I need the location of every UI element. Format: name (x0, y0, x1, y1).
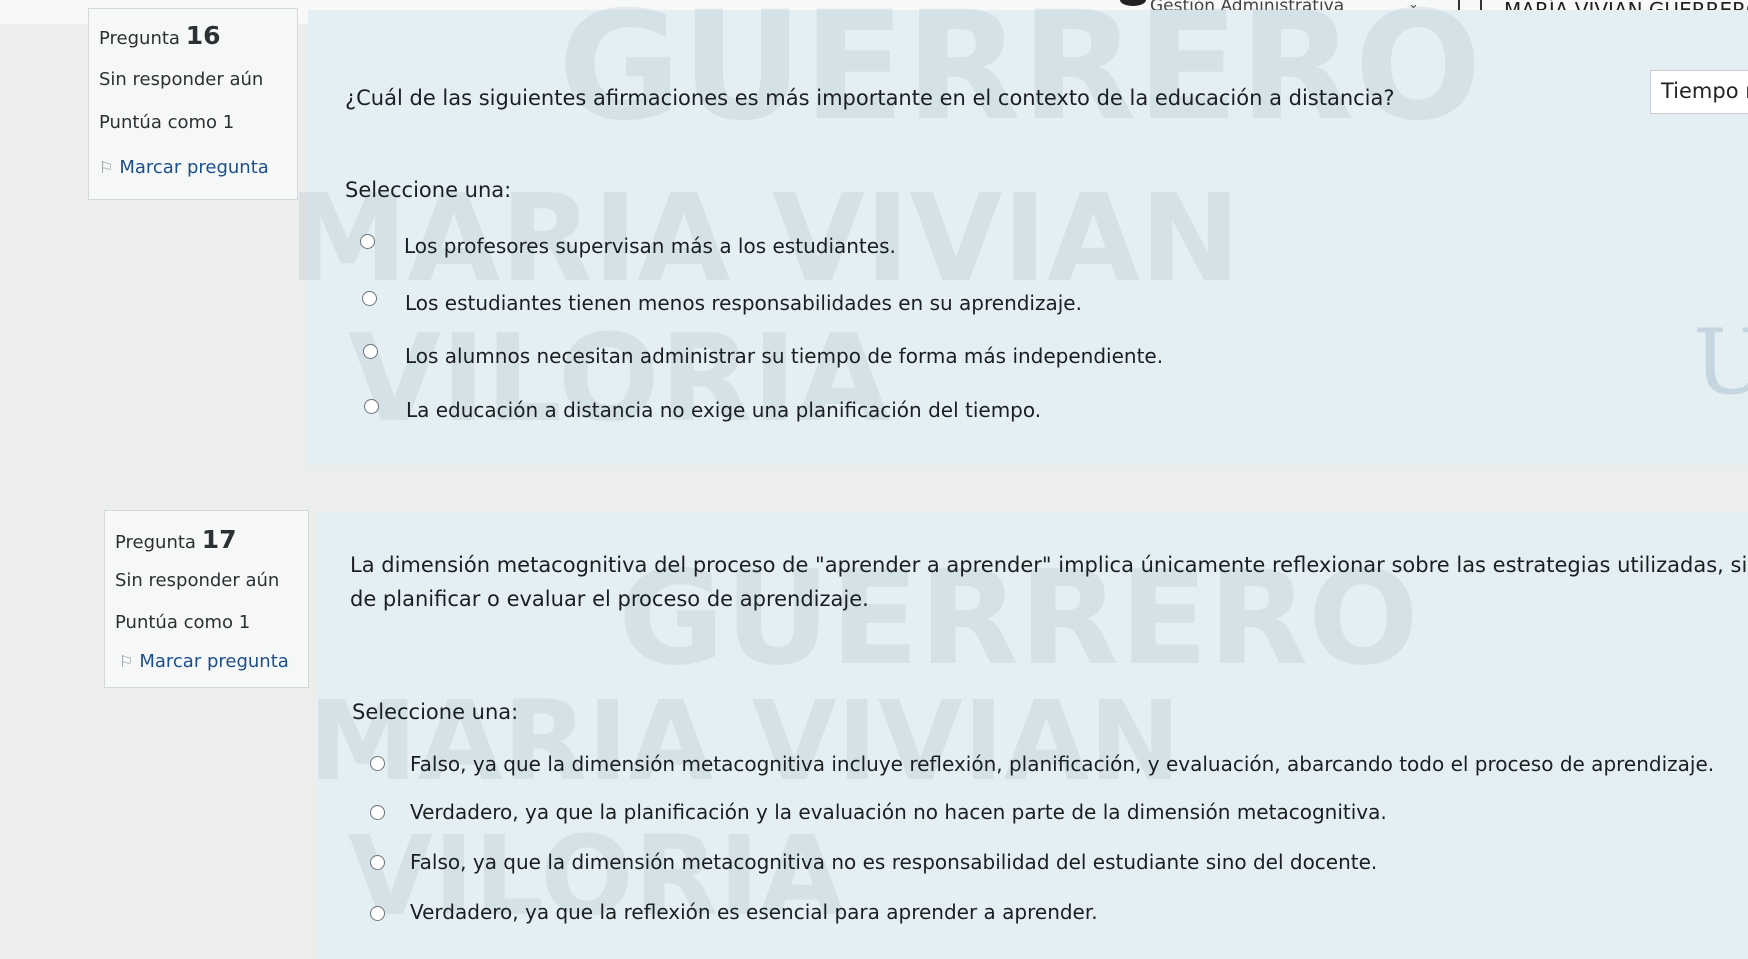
radio-button[interactable] (370, 805, 385, 820)
question-grade: Puntúa como 1 (115, 612, 251, 633)
radio-button[interactable] (363, 344, 378, 359)
flag-question-label: Marcar pregunta (119, 157, 269, 178)
question-text: La dimensión metacognitiva del proceso d… (350, 553, 1748, 577)
radio-button[interactable] (370, 906, 385, 921)
radio-button[interactable] (364, 399, 379, 414)
answer-option-label[interactable]: Los estudiantes tienen menos responsabil… (405, 291, 1082, 315)
quiz-timer: Tiempo r (1650, 70, 1748, 114)
question-info-16: Pregunta 16 Sin responder aún Puntúa com… (88, 8, 298, 200)
radio-button[interactable] (370, 756, 385, 771)
question-number: Pregunta 17 (115, 525, 236, 554)
answer-option-label[interactable]: La educación a distancia no exige una pl… (406, 398, 1041, 422)
answer-option-label[interactable]: Verdadero, ya que la reflexión es esenci… (410, 900, 1098, 924)
question-status: Sin responder aún (115, 570, 280, 591)
answer-option-label[interactable]: Falso, ya que la dimensión metacognitiva… (410, 752, 1714, 776)
question-grade: Puntúa como 1 (99, 112, 235, 133)
question-number-value: 16 (185, 21, 221, 50)
question-text: de planificar o evaluar el proceso de ap… (350, 587, 869, 611)
answer-prompt: Seleccione una: (352, 700, 519, 724)
watermark-text: MARIA VIVIAN (308, 677, 1181, 805)
question-label: Pregunta (99, 28, 180, 49)
flag-icon: ⚐ (119, 652, 134, 671)
answer-option-label[interactable]: Verdadero, ya que la planificación y la … (410, 800, 1387, 824)
question-label: Pregunta (115, 532, 196, 553)
radio-button[interactable] (362, 291, 377, 306)
answer-option-label[interactable]: Falso, ya que la dimensión metacognitiva… (410, 850, 1377, 874)
flag-question-link[interactable]: ⚐ Marcar pregunta (99, 157, 269, 178)
answer-option-label[interactable]: Los profesores supervisan más a los estu… (404, 234, 896, 258)
question-text: ¿Cuál de las siguientes afirmaciones es … (345, 86, 1395, 110)
flag-question-link[interactable]: ⚐ Marcar pregunta (119, 651, 289, 672)
question-content-17: GUERRERO MARIA VIVIAN VILORIA (308, 512, 1748, 959)
watermark-text: VILORIA (348, 310, 890, 449)
answer-option-label[interactable]: Los alumnos necesitan administrar su tie… (405, 344, 1163, 368)
answer-prompt: Seleccione una: (345, 178, 512, 202)
question-status: Sin responder aún (99, 69, 264, 90)
flag-question-label: Marcar pregunta (139, 651, 289, 672)
watermark-text: GUERRERO (558, 0, 1482, 154)
radio-button[interactable] (360, 234, 375, 249)
question-number-value: 17 (201, 525, 237, 554)
navbar-icon[interactable] (1120, 0, 1146, 6)
flag-icon: ⚐ (99, 158, 114, 177)
question-number: Pregunta 16 (99, 21, 220, 50)
question-info-17: Pregunta 17 Sin responder aún Puntúa com… (104, 510, 309, 688)
radio-button[interactable] (370, 855, 385, 870)
decorative-letter: U (1693, 310, 1748, 415)
